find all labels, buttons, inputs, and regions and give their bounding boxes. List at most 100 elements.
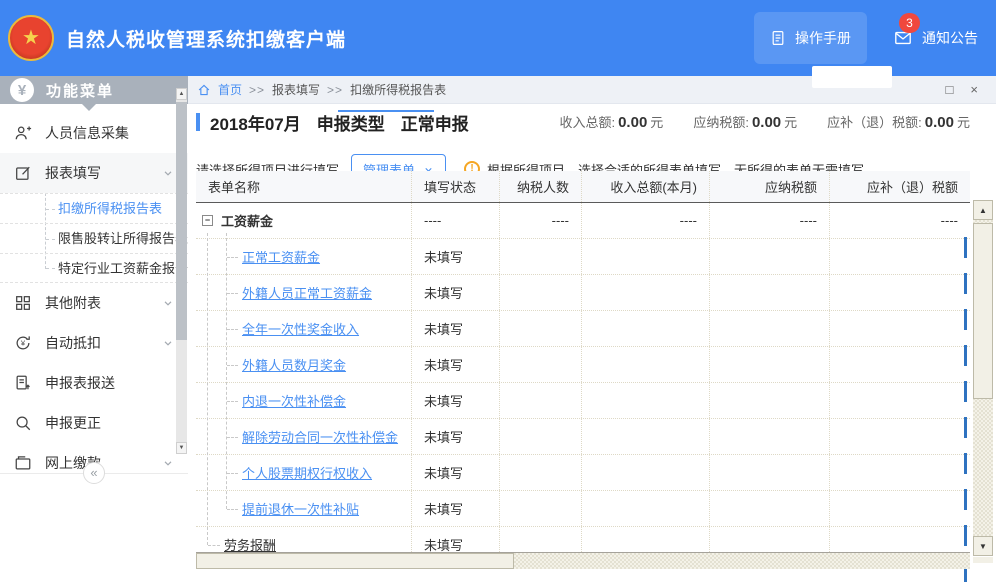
table-header: 表单名称 填写状态 纳税人数 收入总额(本月) 应纳税额 应补（退）税额	[196, 171, 970, 203]
sidebar-menu: 人员信息采集 报表填写 扣缴所得税报告表 限售股转让所得报告表 特定行业工资薪金…	[0, 104, 188, 483]
table-row: 解除劳动合同一次性补偿金 未填写	[196, 419, 970, 455]
tax-refund	[830, 419, 970, 454]
table-row: 正常工资薪金 未填写	[196, 239, 970, 275]
svg-text:¥: ¥	[21, 339, 26, 348]
sidebar-header: ¥ 功能菜单	[0, 76, 188, 104]
fill-status: 未填写	[412, 419, 500, 454]
declare-period: 2018年07月	[210, 110, 301, 135]
table-row: 提前退休一次性补贴 未填写	[196, 491, 970, 527]
fill-status: ----	[412, 203, 500, 238]
menu-pointer-triangle	[82, 104, 96, 118]
sidebar-item-personnel[interactable]: 人员信息采集	[0, 113, 188, 153]
chevron-down-icon	[162, 167, 174, 179]
form-group-name: 工资薪金	[221, 211, 273, 230]
form-link[interactable]: 提前退休一次性补贴	[242, 499, 359, 518]
tax-payable	[710, 311, 830, 346]
tax-payable	[710, 275, 830, 310]
sidebar-item-declaration-correction[interactable]: 申报更正	[0, 403, 188, 443]
declare-type-label: 申报类型	[317, 110, 385, 135]
title-underline	[338, 110, 434, 112]
horizontal-scrollbar-thumb[interactable]	[196, 553, 514, 569]
submenu-item-restricted-stock-report[interactable]: 限售股转让所得报告表	[0, 223, 188, 253]
taxpayer-count	[500, 311, 582, 346]
sidebar-header-label: 功能菜单	[46, 80, 114, 101]
total-income	[582, 455, 710, 490]
notice-button[interactable]: 3 通知公告	[893, 28, 982, 48]
breadcrumb-level1[interactable]: 报表填写	[272, 81, 320, 98]
table-row: −工资薪金 ---- ---- ---- ---- ----	[196, 203, 970, 239]
manual-button-label: 操作手册	[795, 28, 851, 48]
breadcrumb-level2: 扣缴所得税报告表	[350, 81, 446, 98]
tax-payable	[710, 383, 830, 418]
tax-refund	[830, 383, 970, 418]
scroll-up-button[interactable]: ▲	[973, 200, 993, 220]
sidebar-item-label: 申报更正	[45, 413, 101, 433]
column-header-tax-refund: 应补（退）税额	[830, 171, 970, 202]
scroll-down-button[interactable]: ▼	[973, 536, 993, 556]
sidebar-scrollbar[interactable]: ▲ ▼	[176, 88, 187, 454]
column-header-total-income: 收入总额(本月)	[582, 171, 710, 202]
scrollbar-corner	[973, 557, 993, 563]
yen-refresh-icon: ¥	[14, 334, 32, 352]
tax-refund	[830, 275, 970, 310]
total-income	[582, 383, 710, 418]
tooltip-stub	[812, 66, 892, 88]
form-link[interactable]: 全年一次性奖金收入	[242, 319, 359, 338]
sidebar-scroll-down-button[interactable]: ▼	[176, 442, 187, 454]
fill-status: 未填写	[412, 239, 500, 274]
taxpayer-count: ----	[500, 203, 582, 238]
column-header-taxpayer-count: 纳税人数	[500, 171, 582, 202]
breadcrumb-separator: >>	[327, 83, 343, 97]
sidebar-scrollbar-thumb[interactable]	[176, 102, 187, 340]
form-link[interactable]: 外籍人员正常工资薪金	[242, 283, 372, 302]
tax-payable	[710, 347, 830, 382]
sidebar-item-auto-deduction[interactable]: ¥ 自动抵扣	[0, 323, 188, 363]
maximize-button[interactable]: □	[946, 83, 954, 96]
fill-status: 未填写	[412, 383, 500, 418]
stat-tax-refund: 应补（退）税额:0.00元	[827, 112, 970, 132]
tax-refund	[830, 455, 970, 490]
table-horizontal-scrollbar[interactable]	[196, 552, 970, 569]
taxpayer-count	[500, 275, 582, 310]
sidebar-collapse-button[interactable]: «	[83, 462, 105, 484]
form-link[interactable]: 内退一次性补偿金	[242, 391, 346, 410]
home-icon	[197, 83, 211, 97]
page-title-row: 2018年07月 申报类型 正常申报 收入总额:0.00元 应纳税额:0.00元…	[188, 104, 996, 140]
breadcrumb-home-link[interactable]: 首页	[218, 81, 242, 98]
sidebar-item-report-fill[interactable]: 报表填写	[0, 153, 188, 193]
tree-collapse-icon[interactable]: −	[202, 215, 213, 226]
row-edge-dashes	[964, 237, 967, 585]
total-income	[582, 239, 710, 274]
tax-payable	[710, 239, 830, 274]
vertical-scrollbar-thumb[interactable]	[973, 223, 993, 399]
sidebar-item-other-forms[interactable]: 其他附表	[0, 283, 188, 323]
national-emblem-logo: ★	[8, 15, 54, 61]
form-link[interactable]: 外籍人员数月奖金	[242, 355, 346, 374]
person-add-icon	[14, 124, 32, 142]
form-link[interactable]: 个人股票期权行权收入	[242, 463, 372, 482]
taxpayer-count	[500, 455, 582, 490]
sidebar-scroll-up-button[interactable]: ▲	[176, 88, 187, 100]
sidebar-item-label: 其他附表	[45, 293, 101, 313]
tax-refund	[830, 239, 970, 274]
taxpayer-count	[500, 491, 582, 526]
manual-button[interactable]: 操作手册	[754, 12, 867, 64]
main-content: 首页 >> 报表填写 >> 扣缴所得税报告表 □ × 2018年07月 申报类型…	[188, 76, 996, 587]
column-header-tax-payable: 应纳税额	[710, 171, 830, 202]
search-icon	[14, 414, 32, 432]
form-link[interactable]: 解除劳动合同一次性补偿金	[242, 427, 398, 446]
submenu-item-specific-industry-report[interactable]: 特定行业工资薪金报告表	[0, 253, 188, 283]
sidebar-item-declaration-submit[interactable]: 申报表报送	[0, 363, 188, 403]
submenu-item-withholding-tax-report[interactable]: 扣缴所得税报告表	[0, 193, 188, 223]
tax-payable: ----	[710, 203, 830, 238]
table-body: −工资薪金 ---- ---- ---- ---- ---- 正常工资薪金 未填…	[196, 203, 970, 563]
app-window: ★ 自然人税收管理系统扣缴客户端 操作手册 3 通知公告 ¥ 功能菜单	[0, 0, 996, 587]
form-link[interactable]: 正常工资薪金	[242, 247, 320, 266]
table-vertical-scrollbar[interactable]: ▲ ▼	[973, 200, 993, 556]
table-row: 个人股票期权行权收入 未填写	[196, 455, 970, 491]
app-header: ★ 自然人税收管理系统扣缴客户端 操作手册 3 通知公告	[0, 0, 996, 76]
close-button[interactable]: ×	[970, 83, 978, 96]
tax-refund: ----	[830, 203, 970, 238]
total-income	[582, 491, 710, 526]
tax-payable	[710, 455, 830, 490]
